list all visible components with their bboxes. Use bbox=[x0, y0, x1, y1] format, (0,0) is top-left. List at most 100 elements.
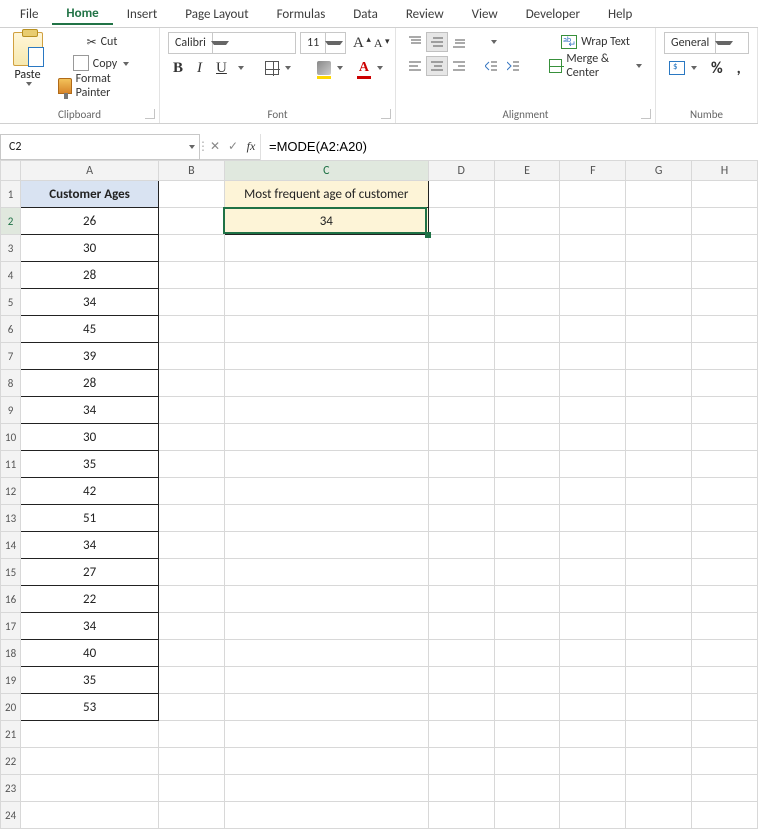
clipboard-dialog-launcher[interactable] bbox=[145, 109, 155, 119]
cell-H1[interactable] bbox=[692, 181, 758, 208]
merge-center-button[interactable]: Merge & Center bbox=[544, 56, 647, 76]
row-header-5[interactable]: 5 bbox=[1, 289, 21, 316]
paste-dropdown[interactable] bbox=[26, 82, 32, 86]
cell-F22[interactable] bbox=[560, 748, 626, 775]
cell-C14[interactable] bbox=[224, 532, 428, 559]
cell-G19[interactable] bbox=[626, 667, 692, 694]
chevron-down-icon[interactable] bbox=[212, 33, 226, 53]
cell-H9[interactable] bbox=[692, 397, 758, 424]
tab-home[interactable]: Home bbox=[52, 2, 112, 25]
cell-G4[interactable] bbox=[626, 262, 692, 289]
cell-F9[interactable] bbox=[560, 397, 626, 424]
cell-E13[interactable] bbox=[494, 505, 560, 532]
row-header-8[interactable]: 8 bbox=[1, 370, 21, 397]
cell-E24[interactable] bbox=[494, 802, 560, 829]
cell-E14[interactable] bbox=[494, 532, 560, 559]
cell-A18[interactable]: 40 bbox=[21, 640, 159, 667]
cell-H10[interactable] bbox=[692, 424, 758, 451]
paste-icon[interactable] bbox=[13, 32, 43, 66]
comma-format-button[interactable]: , bbox=[732, 58, 746, 78]
align-right-button[interactable] bbox=[448, 56, 470, 76]
cell-G12[interactable] bbox=[626, 478, 692, 505]
cell-F14[interactable] bbox=[560, 532, 626, 559]
cell-F10[interactable] bbox=[560, 424, 626, 451]
cell-C19[interactable] bbox=[224, 667, 428, 694]
cell-E6[interactable] bbox=[494, 316, 560, 343]
cell-A21[interactable] bbox=[21, 721, 159, 748]
cell-A15[interactable]: 27 bbox=[21, 559, 159, 586]
cell-G7[interactable] bbox=[626, 343, 692, 370]
formula-input[interactable] bbox=[260, 134, 758, 160]
tab-formulas[interactable]: Formulas bbox=[263, 3, 340, 24]
cell-E8[interactable] bbox=[494, 370, 560, 397]
cell-F5[interactable] bbox=[560, 289, 626, 316]
cell-H15[interactable] bbox=[692, 559, 758, 586]
cell-H12[interactable] bbox=[692, 478, 758, 505]
copy-button[interactable]: Copy bbox=[53, 54, 151, 74]
row-header-6[interactable]: 6 bbox=[1, 316, 21, 343]
cell-B13[interactable] bbox=[159, 505, 225, 532]
cell-H5[interactable] bbox=[692, 289, 758, 316]
cell-A10[interactable]: 30 bbox=[21, 424, 159, 451]
cell-D21[interactable] bbox=[428, 721, 494, 748]
cell-A17[interactable]: 34 bbox=[21, 613, 159, 640]
cell-D15[interactable] bbox=[428, 559, 494, 586]
row-header-15[interactable]: 15 bbox=[1, 559, 21, 586]
row-header-11[interactable]: 11 bbox=[1, 451, 21, 478]
row-header-13[interactable]: 13 bbox=[1, 505, 21, 532]
cell-C22[interactable] bbox=[224, 748, 428, 775]
cell-E11[interactable] bbox=[494, 451, 560, 478]
cell-H14[interactable] bbox=[692, 532, 758, 559]
col-header-A[interactable]: A bbox=[21, 161, 159, 181]
tab-page-layout[interactable]: Page Layout bbox=[171, 3, 262, 24]
chevron-down-icon[interactable] bbox=[189, 145, 195, 149]
cell-F4[interactable] bbox=[560, 262, 626, 289]
cell-E5[interactable] bbox=[494, 289, 560, 316]
cell-F1[interactable] bbox=[560, 181, 626, 208]
cell-E16[interactable] bbox=[494, 586, 560, 613]
cell-A20[interactable]: 53 bbox=[21, 694, 159, 721]
cell-D24[interactable] bbox=[428, 802, 494, 829]
cell-B3[interactable] bbox=[159, 235, 225, 262]
decrease-font-size-button[interactable]: A bbox=[371, 33, 386, 53]
cell-H3[interactable] bbox=[692, 235, 758, 262]
cell-B14[interactable] bbox=[159, 532, 225, 559]
align-top-button[interactable] bbox=[404, 32, 426, 52]
cell-B16[interactable] bbox=[159, 586, 225, 613]
cell-E12[interactable] bbox=[494, 478, 560, 505]
cell-A3[interactable]: 30 bbox=[21, 235, 159, 262]
row-header-21[interactable]: 21 bbox=[1, 721, 21, 748]
cell-B6[interactable] bbox=[159, 316, 225, 343]
tab-help[interactable]: Help bbox=[594, 3, 646, 24]
cell-H20[interactable] bbox=[692, 694, 758, 721]
cell-B10[interactable] bbox=[159, 424, 225, 451]
increase-font-size-button[interactable]: A bbox=[350, 33, 367, 53]
cell-D12[interactable] bbox=[428, 478, 494, 505]
cell-D14[interactable] bbox=[428, 532, 494, 559]
increase-indent-button[interactable] bbox=[502, 56, 524, 76]
font-name-combo[interactable]: Calibri bbox=[168, 32, 296, 54]
cell-G16[interactable] bbox=[626, 586, 692, 613]
cell-H16[interactable] bbox=[692, 586, 758, 613]
cell-F23[interactable] bbox=[560, 775, 626, 802]
borders-button[interactable] bbox=[260, 58, 296, 78]
cell-H8[interactable] bbox=[692, 370, 758, 397]
cell-H13[interactable] bbox=[692, 505, 758, 532]
cell-F15[interactable] bbox=[560, 559, 626, 586]
cell-C1[interactable]: Most frequent age of customer bbox=[224, 181, 428, 208]
cell-C12[interactable] bbox=[224, 478, 428, 505]
cell-G11[interactable] bbox=[626, 451, 692, 478]
cell-C7[interactable] bbox=[224, 343, 428, 370]
cell-E3[interactable] bbox=[494, 235, 560, 262]
cell-C10[interactable] bbox=[224, 424, 428, 451]
cell-B20[interactable] bbox=[159, 694, 225, 721]
cell-D22[interactable] bbox=[428, 748, 494, 775]
cell-E4[interactable] bbox=[494, 262, 560, 289]
cell-D5[interactable] bbox=[428, 289, 494, 316]
cell-G18[interactable] bbox=[626, 640, 692, 667]
cell-A5[interactable]: 34 bbox=[21, 289, 159, 316]
cell-H24[interactable] bbox=[692, 802, 758, 829]
align-bottom-button[interactable] bbox=[448, 32, 470, 52]
cell-G15[interactable] bbox=[626, 559, 692, 586]
row-header-20[interactable]: 20 bbox=[1, 694, 21, 721]
